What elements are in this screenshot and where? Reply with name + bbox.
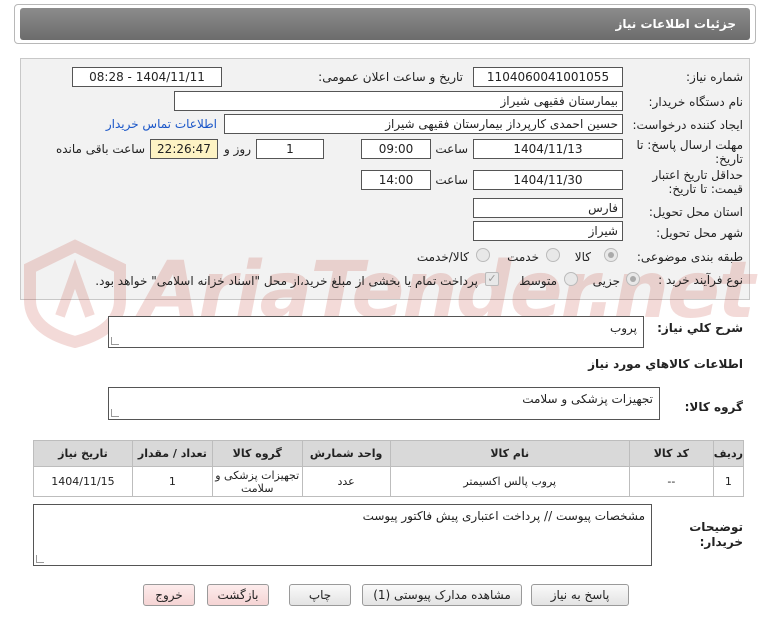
process-radio-minor[interactable]: [626, 272, 640, 286]
goods-group-label: گروه کالا:: [684, 400, 743, 414]
deadline-date-field[interactable]: 1404/11/13: [473, 139, 623, 159]
table-header-row: ردیف کد کالا نام کالا واحد شمارش گروه کا…: [33, 440, 745, 467]
contact-info-link[interactable]: اطلاعات تماس خریدار: [106, 117, 217, 131]
table-row[interactable]: 1 -- پروب پالس اکسیمتر عدد تجهیزات پزشکی…: [33, 466, 745, 497]
need-number-label: شماره نیاز:: [686, 70, 743, 84]
need-number-field[interactable]: 1104060041001055: [473, 67, 623, 87]
back-button[interactable]: بازگشت: [207, 584, 269, 606]
cell-unit: عدد: [301, 466, 391, 497]
announce-field[interactable]: 1404/11/11 - 08:28: [72, 67, 222, 87]
deadline-label-line2: تاریخ:: [715, 152, 743, 166]
goods-section-title: اطلاعات کالاهاي مورد نياز: [588, 357, 743, 371]
page-title: جزئیات اطلاعات نیاز: [615, 17, 736, 31]
col-header-date: تاریخ نیاز: [33, 440, 133, 467]
goods-group-textarea[interactable]: تجهیزات پزشکی و سلامت: [108, 387, 660, 420]
province-label: استان محل تحویل:: [648, 205, 743, 219]
category-radio-service[interactable]: [546, 248, 560, 262]
creator-field[interactable]: حسین احمدی کارپرداز بیمارستان فقیهی شیرا…: [224, 114, 623, 134]
buyer-org-field[interactable]: بیمارستان فقیهی شیراز: [174, 91, 623, 111]
buyer-notes-textarea[interactable]: مشخصات پیوست // پرداخت اعتباری پیش فاکتو…: [33, 504, 652, 566]
page-header: جزئیات اطلاعات نیاز: [20, 8, 750, 40]
category-option-service: خدمت: [507, 250, 539, 264]
city-field[interactable]: شیراز: [473, 221, 623, 241]
process-option-medium: متوسط: [519, 274, 557, 288]
resize-grip-icon[interactable]: [36, 555, 44, 563]
items-table: ردیف کد کالا نام کالا واحد شمارش گروه کا…: [33, 440, 745, 497]
cell-code: --: [628, 466, 714, 497]
category-radio-goods-service[interactable]: [476, 248, 490, 262]
col-header-code: کد کالا: [628, 440, 714, 467]
col-header-row-no: ردیف: [712, 440, 745, 467]
validity-label-line2: قیمت: تا تاریخ:: [668, 182, 743, 196]
col-header-name: نام کالا: [389, 440, 630, 467]
deadline-label-line1: مهلت ارسال پاسخ: تا: [636, 138, 743, 152]
category-label: طبقه بندی موضوعی:: [636, 250, 743, 264]
process-radio-medium[interactable]: [564, 272, 578, 286]
cell-date: 1404/11/15: [33, 466, 133, 497]
cell-row-no: 1: [712, 466, 745, 497]
province-field[interactable]: فارس: [473, 198, 623, 218]
buyer-notes-label-line2: خریدار:: [699, 535, 743, 549]
goods-group-value: تجهیزات پزشکی و سلامت: [522, 392, 653, 406]
validity-date-field[interactable]: 1404/11/30: [473, 170, 623, 190]
treasury-checkbox[interactable]: ✓: [485, 272, 499, 286]
exit-button[interactable]: خروج: [143, 584, 195, 606]
validity-time-label: ساعت: [435, 173, 468, 187]
cell-name: پروب پالس اکسیمتر: [389, 466, 630, 497]
process-option-minor: جزیی: [592, 274, 620, 288]
view-documents-button[interactable]: مشاهده مدارک پیوستی (1): [362, 584, 522, 606]
reply-button[interactable]: پاسخ به نیاز: [531, 584, 629, 606]
category-radio-goods[interactable]: [604, 248, 618, 262]
announce-label: تاریخ و ساعت اعلان عمومی:: [318, 70, 463, 84]
summary-textarea[interactable]: پروب: [108, 316, 644, 348]
validity-time-field[interactable]: 14:00: [361, 170, 431, 190]
col-header-group: گروه کالا: [211, 440, 303, 467]
remaining-time-field: 22:26:47: [150, 139, 218, 159]
buyer-notes-label-line1: توضیحات: [689, 520, 743, 534]
deadline-time-label: ساعت: [435, 142, 468, 156]
cell-qty: 1: [131, 466, 213, 497]
buyer-notes-value: مشخصات پیوست // پرداخت اعتباری پیش فاکتو…: [362, 509, 645, 523]
process-label: نوع فرآیند خرید :: [658, 273, 743, 287]
remaining-label: ساعت باقی مانده: [55, 142, 145, 156]
deadline-time-field[interactable]: 09:00: [361, 139, 431, 159]
print-button[interactable]: چاپ: [289, 584, 351, 606]
creator-label: ایجاد کننده درخواست:: [632, 118, 743, 132]
category-option-goods: کالا: [574, 250, 591, 264]
days-label: روز و: [224, 142, 251, 156]
city-label: شهر محل تحویل:: [656, 226, 743, 240]
resize-grip-icon[interactable]: [111, 337, 119, 345]
resize-grip-icon[interactable]: [111, 409, 119, 417]
buyer-org-label: نام دستگاه خریدار:: [648, 95, 744, 109]
days-field[interactable]: 1: [256, 139, 324, 159]
cell-group: تجهیزات پزشکی و سلامت: [211, 466, 303, 497]
validity-label-line1: حداقل تاریخ اعتبار: [652, 168, 743, 182]
category-option-goods-service: کالا/خدمت: [416, 250, 469, 264]
col-header-unit: واحد شمارش: [301, 440, 391, 467]
summary-label: شرح کلي نياز:: [657, 321, 743, 335]
payment-note: پرداخت تمام یا بخشی از مبلغ خرید،از محل …: [95, 274, 478, 288]
col-header-qty: تعداد / مقدار: [131, 440, 213, 467]
summary-value: پروب: [609, 321, 637, 335]
